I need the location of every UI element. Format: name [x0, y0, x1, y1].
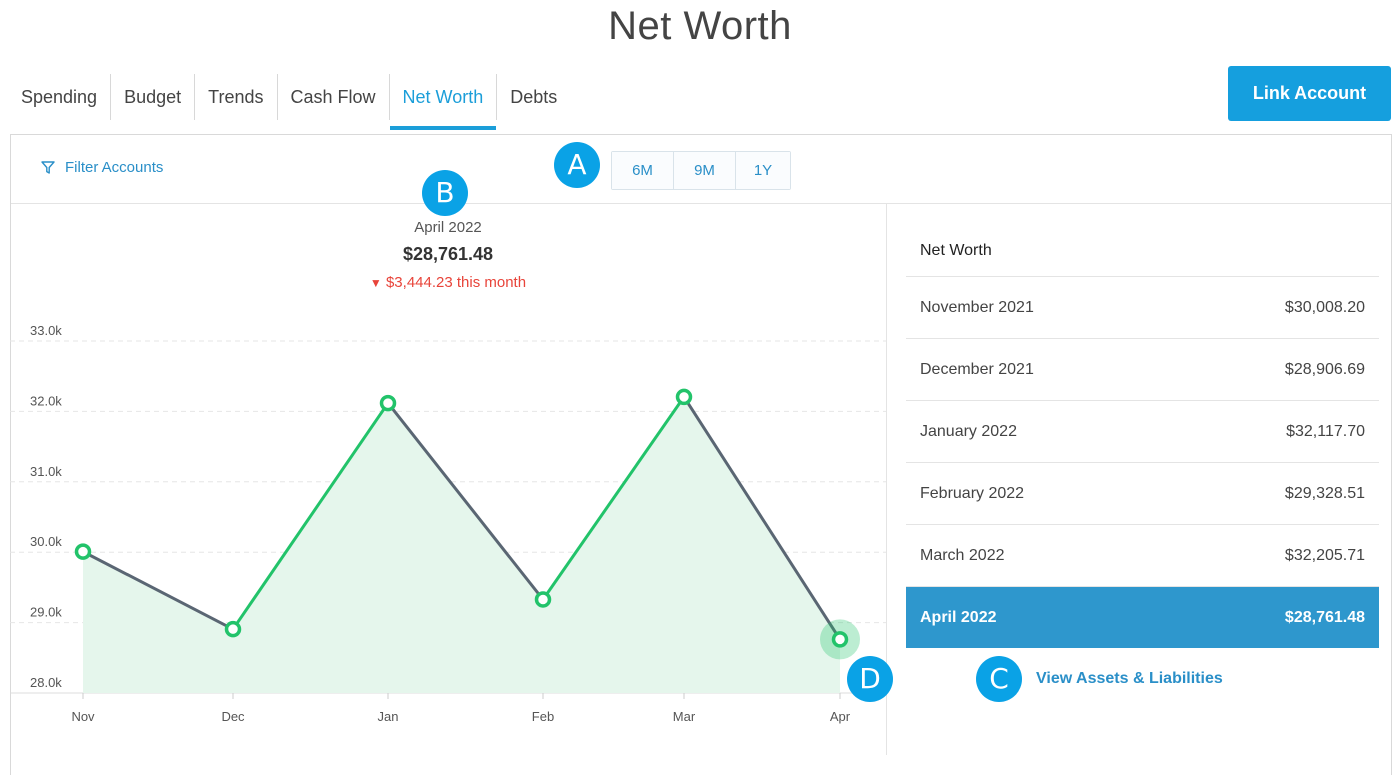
tab-cash-flow[interactable]: Cash Flow [278, 74, 390, 120]
sidebar-row-label: February 2022 [920, 484, 1025, 502]
sidebar-row[interactable]: March 2022 $32,205.71 [906, 525, 1379, 587]
x-tick-label: Dec [221, 709, 245, 724]
sidebar-row[interactable]: November 2021 $30,008.20 [906, 277, 1379, 339]
x-tick-label: Nov [71, 709, 95, 724]
sidebar-row-value: $32,205.71 [1284, 546, 1365, 564]
summary-change-text: $3,444.23 this month [385, 274, 527, 291]
sidebar-row[interactable]: April 2022 $28,761.48 [906, 587, 1379, 648]
x-tick-label: Jan [378, 709, 399, 724]
range-9m-button[interactable]: 9M [674, 152, 736, 189]
filter-icon [41, 161, 55, 174]
range-1y-button[interactable]: 1Y [736, 152, 790, 189]
sidebar-row-value: $30,008.20 [1284, 298, 1365, 316]
data-point [675, 388, 693, 406]
sidebar-row-label: March 2022 [920, 546, 1005, 564]
y-tick-label: 30.0k [30, 534, 62, 549]
tab-spending[interactable]: Spending [8, 74, 112, 120]
sidebar-row-value: $32,117.70 [1286, 422, 1365, 440]
net-worth-sidebar: Net Worth November 2021 $30,008.20 Decembe… [906, 220, 1379, 648]
tab-trends[interactable]: Trends [195, 74, 278, 120]
y-tick-label: 29.0k [30, 605, 62, 620]
data-point [831, 631, 849, 648]
data-point [74, 543, 92, 560]
x-tick-label: Apr [830, 709, 851, 724]
net-worth-line-chart: 28.0k 29.0k 30.0k 31.0k 32.0k 33.0k Nov Dec Jan F… [10, 323, 886, 724]
tab-debts[interactable]: Debts [497, 74, 570, 120]
sidebar-row-label: January 2022 [920, 422, 1017, 440]
sidebar-row-value: $28,761.48 [1284, 608, 1365, 626]
summary-month: April 2022 [414, 219, 482, 236]
y-tick-label: 28.0k [30, 675, 62, 690]
x-tick-label: Mar [673, 709, 696, 724]
sidebar-row[interactable]: January 2022 $32,117.70 [906, 401, 1379, 463]
range-6m-button[interactable]: 6M [612, 152, 674, 189]
sidebar-row-label: April 2022 [920, 608, 997, 626]
chart-area-fill [83, 396, 840, 693]
sidebar-row[interactable]: December 2021 $28,906.69 [906, 339, 1379, 401]
sidebar-title: Net Worth [906, 220, 1379, 277]
filter-accounts-label: Filter Accounts [65, 159, 164, 176]
sidebar-row-value: $28,906.69 [1284, 360, 1365, 378]
tab-budget[interactable]: Budget [111, 74, 196, 120]
filter-accounts-button[interactable]: Filter Accounts [41, 159, 163, 176]
y-tick-label: 32.0k [30, 393, 62, 408]
range-selector: 6M 9M 1Y [611, 151, 791, 190]
y-tick-label: 31.0k [30, 464, 62, 479]
callout-badge-c: C [976, 656, 1022, 702]
sidebar-row[interactable]: February 2022 $29,328.51 [906, 463, 1379, 525]
summary-value: $28,761.48 [402, 244, 494, 264]
callout-badge-d: D [847, 656, 893, 702]
sidebar-row-value: $29,328.51 [1284, 484, 1365, 502]
view-assets-liabilities-link[interactable]: View Assets & Liabilities [1036, 670, 1223, 688]
sidebar-row-label: December 2021 [920, 360, 1034, 378]
data-point [534, 591, 552, 608]
link-account-button[interactable]: Link Account [1228, 66, 1391, 121]
chart-summary: April 2022 $28,761.48 ▼ $3,444.23 this m… [10, 219, 886, 291]
summary-change: ▼ $3,444.23 this month [10, 274, 886, 291]
page-title: Net Worth [608, 4, 792, 48]
tab-net-worth[interactable]: Net Worth [389, 74, 498, 130]
sidebar-row-label: November 2021 [920, 298, 1034, 316]
tab-bar: Spending Budget Trends Cash Flow Net Wor… [8, 74, 570, 132]
callout-badge-a: A [554, 142, 600, 188]
callout-badge-b: B [422, 170, 468, 216]
y-tick-label: 33.0k [30, 323, 62, 338]
data-point [379, 394, 397, 412]
down-arrow-icon: ▼ [369, 276, 382, 290]
filter-bar: Filter Accounts 6M 9M 1Y [11, 135, 1391, 204]
data-point [224, 620, 242, 638]
x-tick-label: Feb [532, 709, 554, 724]
